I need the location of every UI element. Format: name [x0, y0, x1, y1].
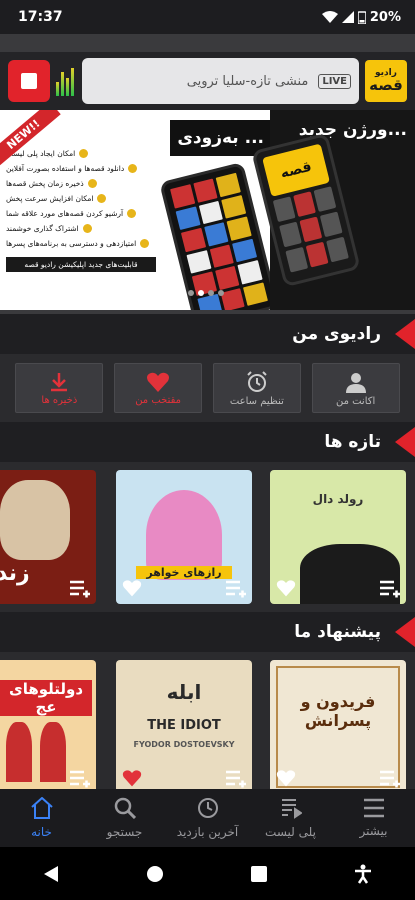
back-icon[interactable] — [43, 865, 59, 883]
live-badge: LIVE — [318, 73, 351, 89]
now-playing-display[interactable]: منشی تازه-سلیا ترویی LIVE — [82, 58, 359, 104]
heart-icon — [147, 372, 170, 392]
item-subtitle: THE IDIOT — [147, 718, 221, 733]
tab-playlist[interactable]: پلی لیست — [251, 797, 331, 839]
player-bar: منشی تازه-سلیا ترویی LIVE رادیو قصه — [0, 52, 415, 110]
menu-icon — [363, 798, 384, 818]
history-icon — [197, 798, 218, 818]
top-spacer — [0, 34, 415, 52]
feature-item: آرشیو کردن قصه‌های مورد علاقه شما — [6, 206, 156, 221]
account-button[interactable]: اکانت من — [311, 363, 400, 413]
suggested-item-card[interactable]: دولتلوهای عج — [0, 660, 96, 789]
features-footer: قابلیت‌های جدید اپلیکیشن رادیو قصه — [6, 257, 156, 272]
home-icon — [30, 797, 53, 819]
new-version-panel: ورژن جدید... قصه — [251, 110, 415, 310]
item-author: FYODOR DOSTOEVSKY — [133, 740, 235, 749]
new-item-card[interactable]: رازهای خواهر — [116, 470, 252, 604]
suggested-item-card[interactable]: فریدون و پسرانش — [270, 660, 406, 789]
feature-item: امکان ایجاد پلی لیست — [6, 146, 156, 161]
stop-icon — [21, 73, 37, 89]
heart-icon[interactable] — [122, 768, 142, 788]
add-to-playlist-icon[interactable] — [380, 770, 400, 788]
system-nav-bar — [0, 847, 415, 900]
status-bar: 17:37 20% — [0, 0, 415, 34]
add-to-playlist-icon[interactable] — [70, 580, 90, 598]
recents-icon[interactable] — [250, 865, 267, 882]
section-title: رادیوی من — [292, 324, 381, 344]
tab-history[interactable]: آخرین بازدید — [168, 797, 248, 839]
tab-search[interactable]: جستجو — [85, 797, 165, 839]
status-time: 17:37 — [18, 9, 63, 25]
item-title: فریدون و پسرانش — [300, 692, 376, 730]
new-item-card[interactable]: رولد دال — [270, 470, 406, 604]
soon-caption: بەزودی ... — [170, 120, 270, 156]
feature-item: اشتراک گذاری خوشمند — [6, 221, 156, 236]
feature-item: دانلود قصه‌ها و استفاده بصورت آفلاین — [6, 161, 156, 176]
tab-home[interactable]: خانه — [2, 797, 82, 839]
suggested-items-strip[interactable]: دولتلوهای عج ابله THE IDIOT FYODOR DOSTO… — [0, 652, 415, 789]
saved-button[interactable]: ذخیره ها — [15, 363, 104, 413]
new-item-card[interactable]: زند — [0, 470, 96, 604]
section-marker — [395, 617, 415, 647]
tab-more[interactable]: بیشتر — [334, 798, 414, 838]
pager-dot[interactable] — [208, 290, 214, 296]
suggested-item-card[interactable]: ابله THE IDIOT FYODOR DOSTOEVSKY — [116, 660, 252, 789]
alarm-button[interactable]: تنظیم ساعت — [212, 363, 301, 413]
heart-icon[interactable] — [122, 578, 142, 598]
pager-dot[interactable] — [198, 290, 204, 296]
banner-pager[interactable] — [188, 290, 224, 296]
section-marker — [395, 427, 415, 457]
battery-icon — [357, 10, 366, 24]
features-list: امکان ایجاد پلی لیست دانلود قصه‌ها و است… — [6, 146, 156, 251]
heart-icon[interactable] — [276, 768, 296, 788]
battery-percent: 20% — [369, 9, 401, 25]
section-marker — [395, 319, 415, 349]
quick-actions: ذخیره ها مقتخب من تنظیم ساعت اکانت من — [0, 354, 415, 422]
stop-button[interactable] — [8, 60, 50, 102]
audio-level-icon — [56, 66, 76, 96]
item-title: رازهای خواهر — [136, 566, 232, 579]
new-items-strip[interactable]: زند رازهای خواهر رولد دال — [0, 462, 415, 612]
download-icon — [51, 372, 68, 391]
section-title: پیشنهاد ما — [294, 622, 381, 642]
features-panel: NEW!! امکان ایجاد پلی لیست دانلود قصه‌ها… — [0, 110, 162, 310]
playlist-icon — [281, 799, 302, 819]
alarm-clock-icon — [247, 370, 267, 392]
app-logo[interactable]: رادیو قصه — [365, 60, 407, 102]
search-icon — [114, 797, 136, 819]
favorites-button[interactable]: مقتخب من — [114, 363, 203, 413]
item-title: رولد دال — [312, 492, 364, 506]
pager-dot[interactable] — [188, 290, 194, 296]
section-new: تازه ها — [0, 422, 415, 462]
add-to-playlist-icon[interactable] — [70, 770, 90, 788]
add-to-playlist-icon[interactable] — [226, 580, 246, 598]
add-to-playlist-icon[interactable] — [380, 580, 400, 598]
home-button-icon[interactable] — [146, 865, 164, 883]
promo-banner[interactable]: NEW!! امکان ایجاد پلی لیست دانلود قصه‌ها… — [0, 110, 415, 310]
wifi-icon — [321, 11, 338, 23]
section-suggested: پیشنهاد ما — [0, 612, 415, 652]
feature-item: ذخیره زمان پخش قصه‌ها — [6, 176, 156, 191]
item-title: ابله — [166, 680, 202, 704]
accessibility-icon[interactable] — [354, 864, 372, 884]
feature-item: امتیازدهی و دسترسی به برنامه‌های پسرها — [6, 236, 156, 251]
status-icons: 20% — [321, 9, 401, 25]
signal-icon — [341, 11, 354, 23]
soon-panel: بەزودی ... — [159, 110, 279, 310]
item-title: دولتلوهای عج — [0, 680, 92, 716]
add-to-playlist-icon[interactable] — [226, 770, 246, 788]
heart-icon[interactable] — [276, 578, 296, 598]
bottom-tab-bar: خانه جستجو آخرین بازدید پلی لیست بیشتر — [0, 789, 415, 847]
section-title: تازه ها — [324, 432, 381, 452]
section-my-radio: رادیوی من — [0, 314, 415, 354]
account-icon — [345, 372, 366, 393]
now-playing-title: منشی تازه-سلیا ترویی — [186, 73, 309, 89]
pager-dot[interactable] — [218, 290, 224, 296]
feature-item: امکان افزایش سرعت پخش — [6, 191, 156, 206]
